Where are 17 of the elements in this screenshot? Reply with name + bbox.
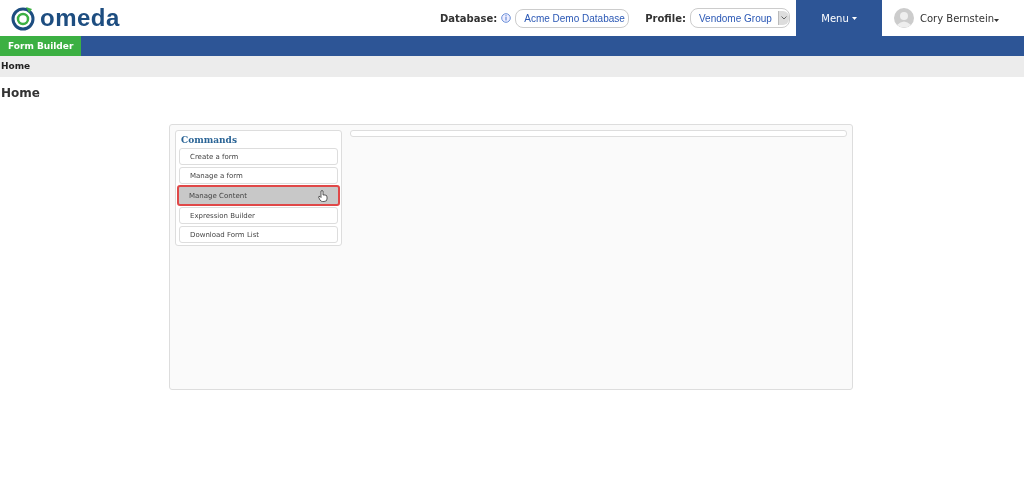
caret-icon	[851, 16, 857, 20]
profile-label: Profile:	[645, 12, 686, 24]
chevron-down-icon	[781, 16, 787, 20]
page-title: Home	[1, 86, 40, 100]
database-field[interactable]: Acme Demo Database	[515, 8, 630, 28]
profile-dropdown[interactable]: Vendome Group	[690, 8, 790, 28]
avatar-icon[interactable]	[894, 8, 914, 28]
database-label: Database:	[440, 12, 498, 24]
hand-cursor-icon	[318, 189, 328, 202]
logo-icon	[10, 5, 36, 31]
info-icon[interactable]	[501, 13, 512, 23]
menu-button[interactable]: Menu	[796, 0, 882, 36]
user-menu[interactable]: Cory Bernstein	[920, 12, 999, 24]
caret-icon	[994, 18, 999, 22]
logo-text: omeda	[40, 4, 120, 32]
breadcrumb[interactable]: Home	[0, 61, 31, 71]
panel-title: Commands	[180, 134, 238, 147]
